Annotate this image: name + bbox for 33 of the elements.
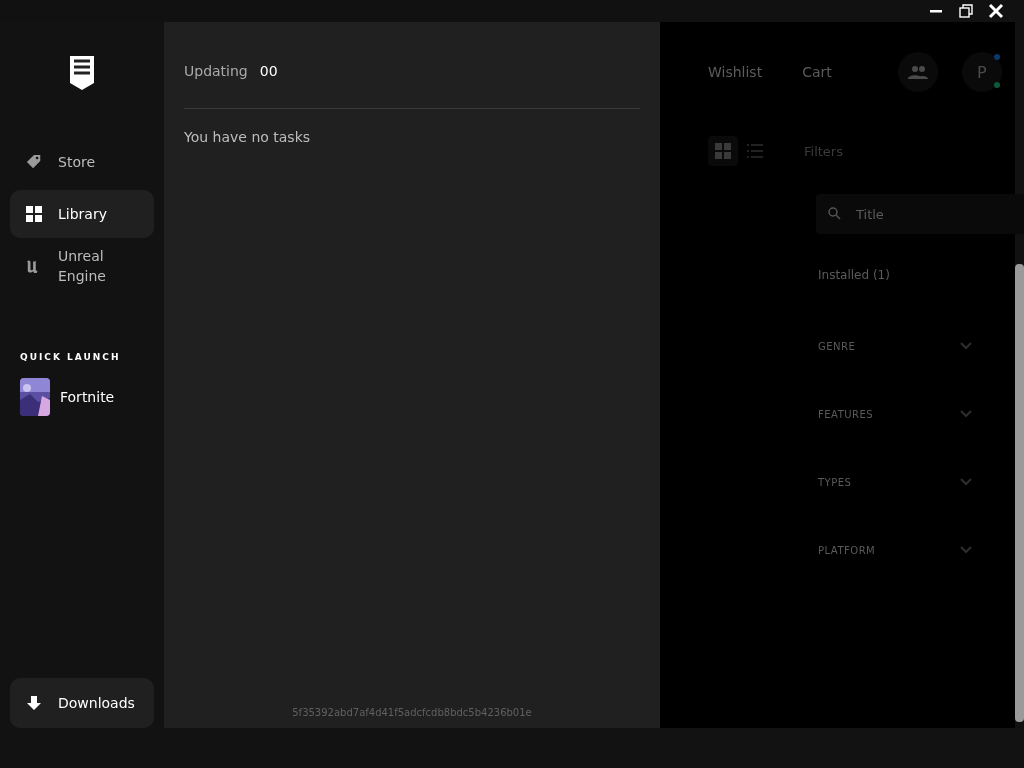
scrollbar-thumb[interactable] bbox=[1015, 264, 1024, 722]
installed-filter[interactable]: Installed (1) bbox=[818, 268, 976, 282]
quick-launch-item[interactable]: Fortnite bbox=[60, 389, 115, 405]
status-count: 00 bbox=[259, 63, 278, 79]
nav-link[interactable]: Cart bbox=[802, 64, 832, 80]
filter-group[interactable]: PLATFORM bbox=[816, 516, 976, 584]
people-icon bbox=[907, 65, 928, 79]
filters-heading: Filters bbox=[804, 143, 843, 159]
grid-icon bbox=[26, 206, 42, 222]
list-icon bbox=[747, 144, 763, 158]
status-dot bbox=[993, 82, 1000, 88]
shield-logo-icon bbox=[68, 56, 96, 90]
tag-icon bbox=[26, 154, 42, 170]
downloads-button[interactable]: Downloads bbox=[10, 678, 154, 728]
build-id: 5f35392abd7af4d41f5adcfcdb8bdc5b4236b01e bbox=[291, 707, 533, 718]
grid-icon bbox=[715, 143, 731, 159]
section-heading: QUICK LAUNCH bbox=[20, 352, 122, 362]
status-label: Updating bbox=[184, 63, 248, 79]
sidebar-item[interactable]: Unreal Engine bbox=[10, 242, 154, 290]
notification-dot bbox=[993, 54, 1000, 60]
search-field[interactable]: Title bbox=[816, 194, 1024, 234]
sidebar-item[interactable]: Store bbox=[10, 138, 154, 186]
nav-link[interactable]: Wishlist bbox=[708, 64, 763, 80]
close-icon[interactable] bbox=[988, 3, 1004, 19]
avatar-button[interactable]: P bbox=[961, 52, 1002, 92]
download-icon bbox=[26, 695, 42, 711]
empty-message: You have no tasks bbox=[184, 129, 312, 145]
filter-group[interactable]: GENRE bbox=[816, 312, 976, 380]
filter-group[interactable]: TYPES bbox=[816, 448, 976, 516]
filter-group[interactable]: FEATURES bbox=[816, 380, 976, 448]
sidebar-item[interactable]: Library bbox=[10, 190, 154, 238]
restore-icon[interactable] bbox=[958, 3, 974, 19]
search-icon bbox=[828, 207, 841, 220]
